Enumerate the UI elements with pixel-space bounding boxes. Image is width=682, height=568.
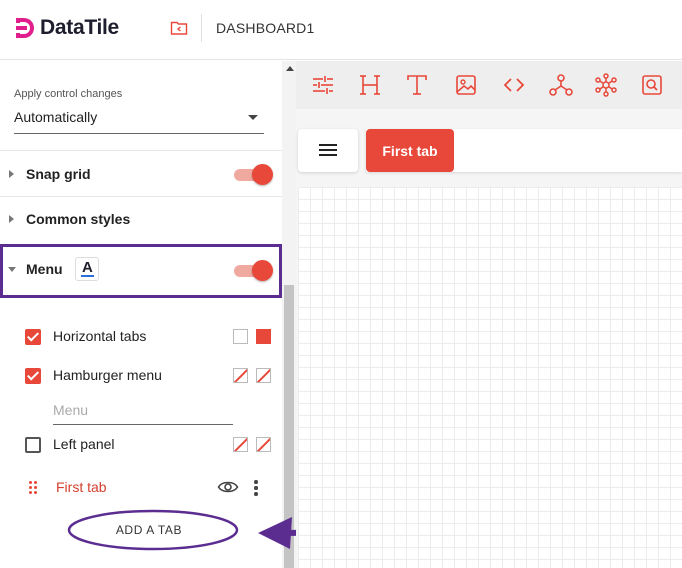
network-icon[interactable] xyxy=(548,72,574,98)
image-icon[interactable] xyxy=(453,72,479,98)
apply-changes-select[interactable]: Automatically xyxy=(14,106,264,134)
horizontal-tabs-accent-swatch[interactable] xyxy=(256,329,271,344)
annotation-ellipse xyxy=(67,509,239,551)
header-divider xyxy=(201,14,202,42)
left-panel-bg-swatch[interactable] xyxy=(233,437,248,452)
app-logo[interactable]: DataTile xyxy=(14,16,119,40)
widget-toolbar xyxy=(296,61,682,109)
more-options-icon[interactable] xyxy=(254,480,258,496)
text-icon[interactable] xyxy=(404,72,430,98)
folder-back-icon[interactable] xyxy=(170,19,188,37)
expand-arrow-icon xyxy=(9,170,14,178)
horizontal-tabs-label: Horizontal tabs xyxy=(53,328,147,344)
tab-first-tab[interactable]: First tab xyxy=(366,129,454,172)
filters-icon[interactable] xyxy=(310,72,336,98)
snap-grid-toggle[interactable] xyxy=(234,164,273,185)
menu-toggle[interactable] xyxy=(234,260,273,281)
hamburger-menu-label: Hamburger menu xyxy=(53,367,162,383)
horizontal-tabs-bg-swatch[interactable] xyxy=(233,329,248,344)
eye-icon[interactable] xyxy=(217,479,239,495)
collapse-arrow-icon xyxy=(8,267,16,272)
drag-handle-icon[interactable] xyxy=(29,481,39,495)
hamburger-menu-checkbox[interactable] xyxy=(25,368,41,384)
menu-label-input[interactable]: Menu xyxy=(53,400,233,425)
horizontal-tabs-checkbox[interactable] xyxy=(25,329,41,345)
expand-arrow-icon xyxy=(9,215,14,223)
top-header: DataTile DASHBOARD1 xyxy=(0,0,682,60)
scroll-up-arrow-icon[interactable] xyxy=(286,66,294,71)
apply-changes-value: Automatically xyxy=(14,109,98,125)
text-style-letter: A xyxy=(82,259,93,276)
dashboard-title[interactable]: DASHBOARD1 xyxy=(216,20,314,36)
hamburger-menu-button[interactable] xyxy=(298,129,358,172)
apply-changes-label: Apply control changes xyxy=(14,88,123,100)
tab-item-label[interactable]: First tab xyxy=(56,479,107,495)
dropdown-caret-icon xyxy=(248,115,258,120)
divider xyxy=(0,196,282,197)
section-label: Snap grid xyxy=(26,166,91,182)
section-label: Common styles xyxy=(26,211,131,227)
divider xyxy=(0,150,282,151)
left-panel-checkbox[interactable] xyxy=(25,437,41,453)
menu-input-placeholder: Menu xyxy=(53,402,89,418)
left-panel-label: Left panel xyxy=(53,436,115,452)
left-panel-accent-swatch[interactable] xyxy=(256,437,271,452)
snap-grid-canvas[interactable] xyxy=(298,187,682,568)
settings-panel xyxy=(0,61,282,568)
graph-icon[interactable] xyxy=(593,72,619,98)
hamburger-accent-swatch[interactable] xyxy=(256,368,271,383)
app-name: DataTile xyxy=(40,16,119,39)
datatile-logo-icon xyxy=(14,18,34,38)
section-common-styles[interactable]: Common styles xyxy=(0,200,282,240)
text-style-icon[interactable]: A xyxy=(75,257,99,281)
search-box-icon[interactable] xyxy=(639,72,665,98)
code-icon[interactable] xyxy=(501,72,527,98)
heading-icon[interactable] xyxy=(357,72,383,98)
hamburger-bg-swatch[interactable] xyxy=(233,368,248,383)
section-label: Menu xyxy=(26,261,63,277)
